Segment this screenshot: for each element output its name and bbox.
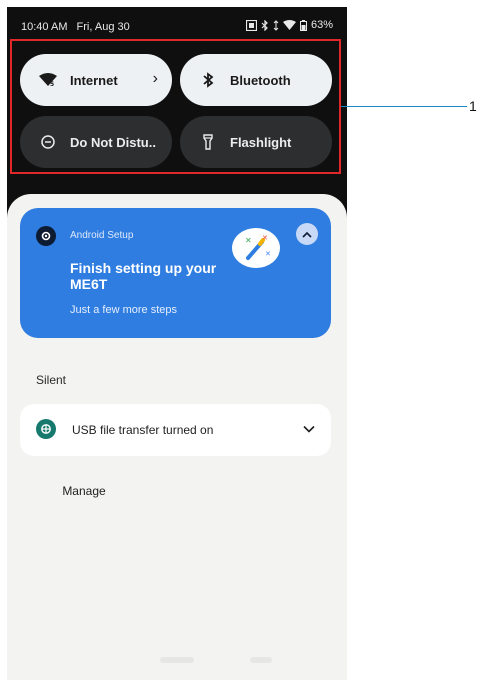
screenshot-icon (245, 19, 257, 31)
svg-text:✕: ✕ (262, 234, 268, 242)
status-bar: 10:40 AM Fri, Aug 30 63% (7, 7, 347, 43)
collapse-button[interactable] (296, 223, 318, 245)
status-icons: 63% (245, 19, 333, 31)
callout-number: 1 (469, 98, 477, 114)
chevron-down-icon (303, 425, 315, 433)
usb-notification[interactable]: USB file transfer turned on (20, 404, 331, 456)
bluetooth-status-icon (261, 19, 269, 31)
data-arrows-icon (273, 19, 279, 31)
notification-subtitle: Just a few more steps (70, 304, 177, 316)
nav-handle-left (160, 657, 194, 663)
nav-handle-right (250, 657, 272, 663)
notification-app-name: Android Setup (70, 230, 134, 241)
expand-button[interactable] (303, 420, 315, 438)
svg-text:✕: ✕ (265, 250, 271, 258)
magic-wand-illustration: ✕ ✕ ✕ (232, 228, 280, 268)
silent-section-header: Silent (36, 373, 67, 387)
svg-text:✕: ✕ (245, 236, 252, 245)
status-left: 10:40 AM Fri, Aug 30 (21, 21, 136, 33)
usb-notification-text: USB file transfer turned on (72, 423, 214, 437)
battery-percent: 63% (310, 19, 333, 31)
callout-leader-line (341, 106, 467, 107)
callout-highlight-box (10, 39, 341, 174)
gear-icon (36, 226, 56, 246)
chevron-up-icon (302, 231, 312, 238)
wifi-status-icon (282, 19, 296, 31)
manage-button[interactable]: Manage (42, 470, 126, 512)
status-date: Fri, Aug 30 (76, 21, 130, 33)
battery-icon (299, 19, 307, 31)
status-time: 10:40 AM (21, 21, 68, 33)
usb-icon (36, 419, 56, 439)
notification-title: Finish setting up your ME6T (70, 260, 217, 292)
android-setup-notification[interactable]: Android Setup Finish setting up your ME6… (20, 208, 331, 338)
